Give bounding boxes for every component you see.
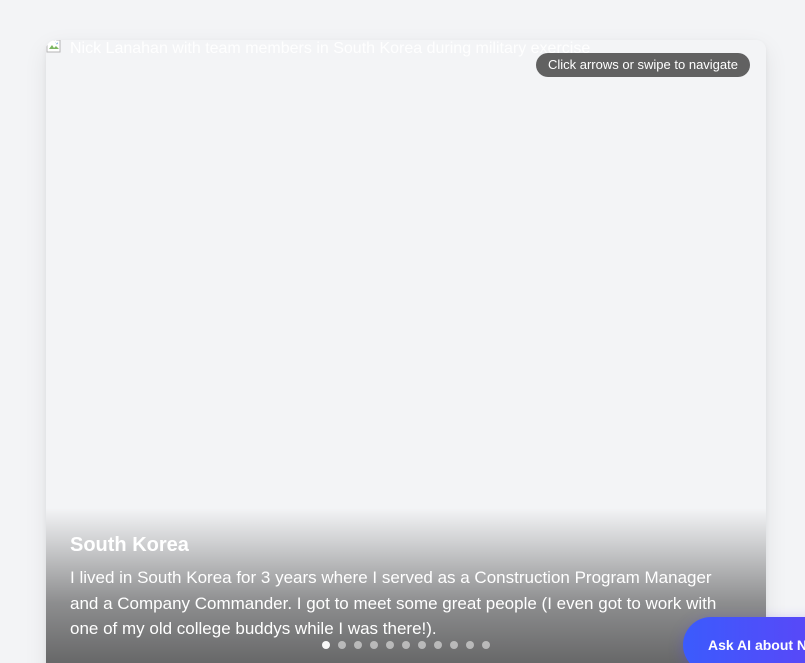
slide-dot[interactable] bbox=[354, 641, 362, 649]
slide-description: I lived in South Korea for 3 years where… bbox=[70, 568, 717, 638]
slide-image: Nick Lanahan with team members in South … bbox=[46, 40, 766, 510]
page: Nick Lanahan with team members in South … bbox=[0, 0, 805, 663]
photo-carousel[interactable]: Nick Lanahan with team members in South … bbox=[46, 40, 766, 663]
slide-indicator-dots bbox=[46, 641, 766, 649]
slide-dot[interactable] bbox=[450, 641, 458, 649]
slide-dot[interactable] bbox=[338, 641, 346, 649]
slide-dot[interactable] bbox=[402, 641, 410, 649]
slide-dot[interactable] bbox=[322, 641, 330, 649]
slide-title: South Korea bbox=[70, 534, 189, 556]
image-alt-text: Nick Lanahan with team members in South … bbox=[70, 40, 591, 57]
broken-image-icon bbox=[46, 40, 61, 53]
ask-ai-label: Ask AI about Nick bbox=[708, 637, 805, 653]
slide-dot[interactable] bbox=[370, 641, 378, 649]
ask-ai-button[interactable]: Ask AI about Nick bbox=[683, 617, 805, 663]
navigation-hint-badge: Click arrows or swipe to navigate bbox=[535, 53, 750, 77]
slide-dot[interactable] bbox=[466, 641, 474, 649]
slide-dot[interactable] bbox=[482, 641, 490, 649]
slide-caption: South Korea I lived in South Korea for 3… bbox=[46, 508, 766, 663]
slide-dot[interactable] bbox=[434, 641, 442, 649]
slide-dot[interactable] bbox=[418, 641, 426, 649]
slide-dot[interactable] bbox=[386, 641, 394, 649]
